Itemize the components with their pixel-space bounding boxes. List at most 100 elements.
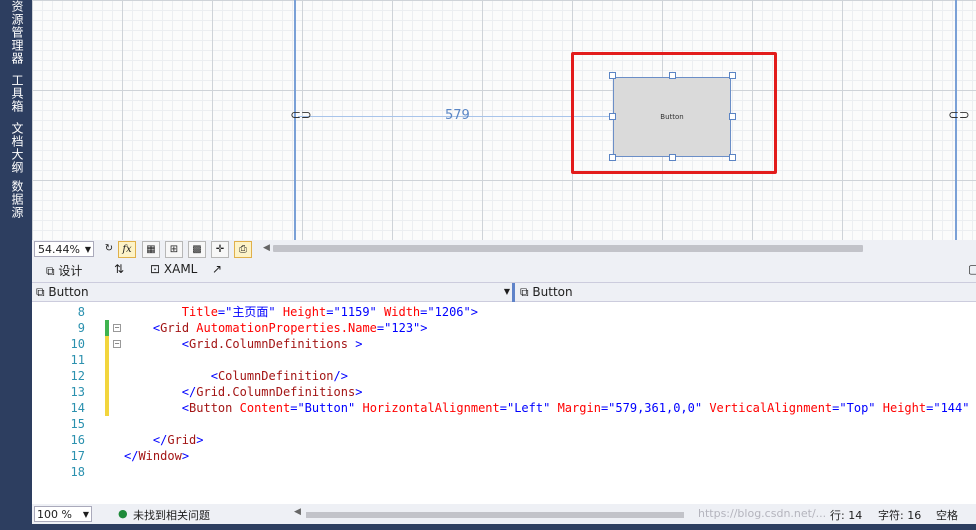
left-anchor-icon[interactable]: ⊂⊃ xyxy=(290,108,312,123)
designer-horizontal-scrollbar[interactable] xyxy=(273,245,863,252)
code-line[interactable]: 8 Title="主页面" Height="1159" Width="1206"… xyxy=(32,304,976,320)
zoom-select[interactable]: 54.44% ▼ xyxy=(34,241,94,257)
change-marker xyxy=(105,400,109,416)
change-marker xyxy=(105,368,109,384)
chevron-down-icon: ▼ xyxy=(84,245,91,254)
fold-toggle-icon[interactable]: − xyxy=(113,324,121,332)
element-icon: ⧉ xyxy=(520,285,529,299)
resize-handle[interactable] xyxy=(729,154,736,161)
navigation-bar: ⧉ Button ▼ ⧉ Button xyxy=(32,282,976,302)
resize-handle[interactable] xyxy=(609,72,616,79)
line-number: 8 xyxy=(77,305,85,319)
design-canvas[interactable]: 579 ⊂⊃ ⊂⊃ Button xyxy=(32,0,976,240)
xaml-code-editor[interactable]: 8 Title="主页面" Height="1159" Width="1206"… xyxy=(32,302,976,504)
left-element-label: Button xyxy=(48,285,89,299)
change-marker xyxy=(105,384,109,400)
line-number: 17 xyxy=(70,449,85,463)
fx-icon[interactable]: fx xyxy=(118,241,136,258)
line-number: 15 xyxy=(70,417,85,431)
checker-background-icon[interactable]: ▩ xyxy=(188,241,206,258)
tab-xaml[interactable]: ⊡ XAML xyxy=(150,262,197,276)
fold-toggle-icon[interactable]: − xyxy=(113,340,121,348)
code-line[interactable]: 14 <Button Content="Button" HorizontalAl… xyxy=(32,400,976,416)
line-number: 16 xyxy=(70,433,85,447)
code-text: <ColumnDefinition/> xyxy=(210,369,348,383)
code-line[interactable]: 13 </Grid.ColumnDefinitions> xyxy=(32,384,976,400)
element-icon: ⧉ xyxy=(36,285,45,299)
cursor-line: 行: 14 xyxy=(830,509,863,522)
line-number: 11 xyxy=(70,353,85,367)
code-line[interactable]: 12 <ColumnDefinition/> xyxy=(32,368,976,384)
margin-value-label: 579 xyxy=(445,108,470,123)
editor-horizontal-scrollbar[interactable] xyxy=(306,512,684,518)
watermark-text: https://blog.csdn.net/... xyxy=(698,507,827,520)
button-preview-caption: Button xyxy=(660,113,684,121)
code-line[interactable]: 11 xyxy=(32,352,976,368)
resize-handle[interactable] xyxy=(609,113,616,120)
code-line[interactable]: 9 <Grid AutomationProperties.Name="123"> xyxy=(32,320,976,336)
right-element-dropdown[interactable]: ⧉ Button xyxy=(520,284,970,300)
chevron-down-icon: ▼ xyxy=(82,510,89,519)
check-circle-icon: ● xyxy=(118,507,128,520)
resize-handle[interactable] xyxy=(669,72,676,79)
code-line[interactable]: 16 </Grid> xyxy=(32,432,976,448)
editor-zoom-value: 100 % xyxy=(37,508,72,521)
code-line[interactable]: 10 <Grid.ColumnDefinitions > xyxy=(32,336,976,352)
side-panel: 资源管理器 工具箱 文档大纲 数据源 xyxy=(0,0,32,530)
right-anchor-icon[interactable]: ⊂⊃ xyxy=(948,108,970,123)
design-icon: ⧉ xyxy=(46,264,55,278)
tab-document-outline[interactable]: 文档大纲 xyxy=(8,122,26,174)
code-text: Title="主页面" Height="1159" Width="1206"> xyxy=(181,305,478,319)
code-text: <Grid AutomationProperties.Name="123"> xyxy=(152,321,428,335)
code-line[interactable]: 15 xyxy=(32,416,976,432)
code-text: </Grid> xyxy=(152,433,204,447)
resize-handle[interactable] xyxy=(729,113,736,120)
issues-status[interactable]: 未找到相关问题 xyxy=(133,507,210,523)
line-number: 13 xyxy=(70,385,85,399)
code-text: <Grid.ColumnDefinitions > xyxy=(181,337,363,351)
project-code-icon[interactable]: ⎙ xyxy=(234,241,252,258)
refresh-icon[interactable]: ↻ xyxy=(100,241,118,258)
nav-splitter[interactable] xyxy=(512,283,515,302)
code-text: </Grid.ColumnDefinitions> xyxy=(181,385,363,399)
tab-design[interactable]: ⧉ 设计 xyxy=(46,262,82,279)
editor-zoom-select[interactable]: 100 % ▼ xyxy=(34,506,92,522)
swap-panes-button[interactable]: ⇅ xyxy=(114,262,124,276)
line-number: 14 xyxy=(70,401,85,415)
snap-gridlines-icon[interactable]: ⊞ xyxy=(165,241,183,258)
code-line[interactable]: 18 xyxy=(32,464,976,480)
cursor-char: 字符: 16 xyxy=(878,509,922,522)
button-preview[interactable]: Button xyxy=(613,77,731,157)
grid-toggle-icon[interactable]: ▦ xyxy=(142,241,160,258)
line-number: 18 xyxy=(70,465,85,479)
code-text: </Window> xyxy=(124,449,190,463)
indent-mode[interactable]: 空格 xyxy=(936,507,958,523)
zoom-value: 54.44% xyxy=(38,243,80,256)
scroll-left-icon[interactable]: ◀ xyxy=(294,507,301,517)
collapse-pane-icon[interactable]: ▢ xyxy=(968,262,976,276)
left-element-dropdown[interactable]: ⧉ Button ▼ xyxy=(36,284,510,300)
resize-handle[interactable] xyxy=(609,154,616,161)
tab-solution-explorer[interactable]: 资源管理器 xyxy=(8,0,26,65)
popout-xaml-icon[interactable]: ↗ xyxy=(212,262,222,276)
change-marker xyxy=(105,336,109,352)
resize-handle[interactable] xyxy=(669,154,676,161)
tab-xaml-label: XAML xyxy=(163,262,198,276)
editor-status-bar: 100 % ▼ ● 未找到相关问题 ◀ https://blog.csdn.net… xyxy=(32,504,976,524)
tab-design-label: 设计 xyxy=(58,264,83,278)
snap-lines-icon[interactable]: ✛ xyxy=(211,241,229,258)
change-marker xyxy=(105,352,109,368)
chevron-down-icon: ▼ xyxy=(503,287,510,296)
tab-data-sources[interactable]: 数据源 xyxy=(8,180,26,219)
line-number: 10 xyxy=(70,337,85,351)
change-marker xyxy=(105,320,109,336)
scroll-left-icon[interactable]: ◀ xyxy=(263,243,270,253)
code-text: <Button Content="Button" HorizontalAlign… xyxy=(181,401,970,415)
view-tabbar: ⧉ 设计 ⇅ ⊡ XAML ↗ ▢ xyxy=(32,260,976,282)
tab-toolbox[interactable]: 工具箱 xyxy=(8,74,26,113)
resize-handle[interactable] xyxy=(729,72,736,79)
code-line[interactable]: 17 </Window> xyxy=(32,448,976,464)
right-element-label: Button xyxy=(532,285,573,299)
xaml-icon: ⊡ xyxy=(150,262,161,276)
window-bottom-edge xyxy=(0,524,976,530)
